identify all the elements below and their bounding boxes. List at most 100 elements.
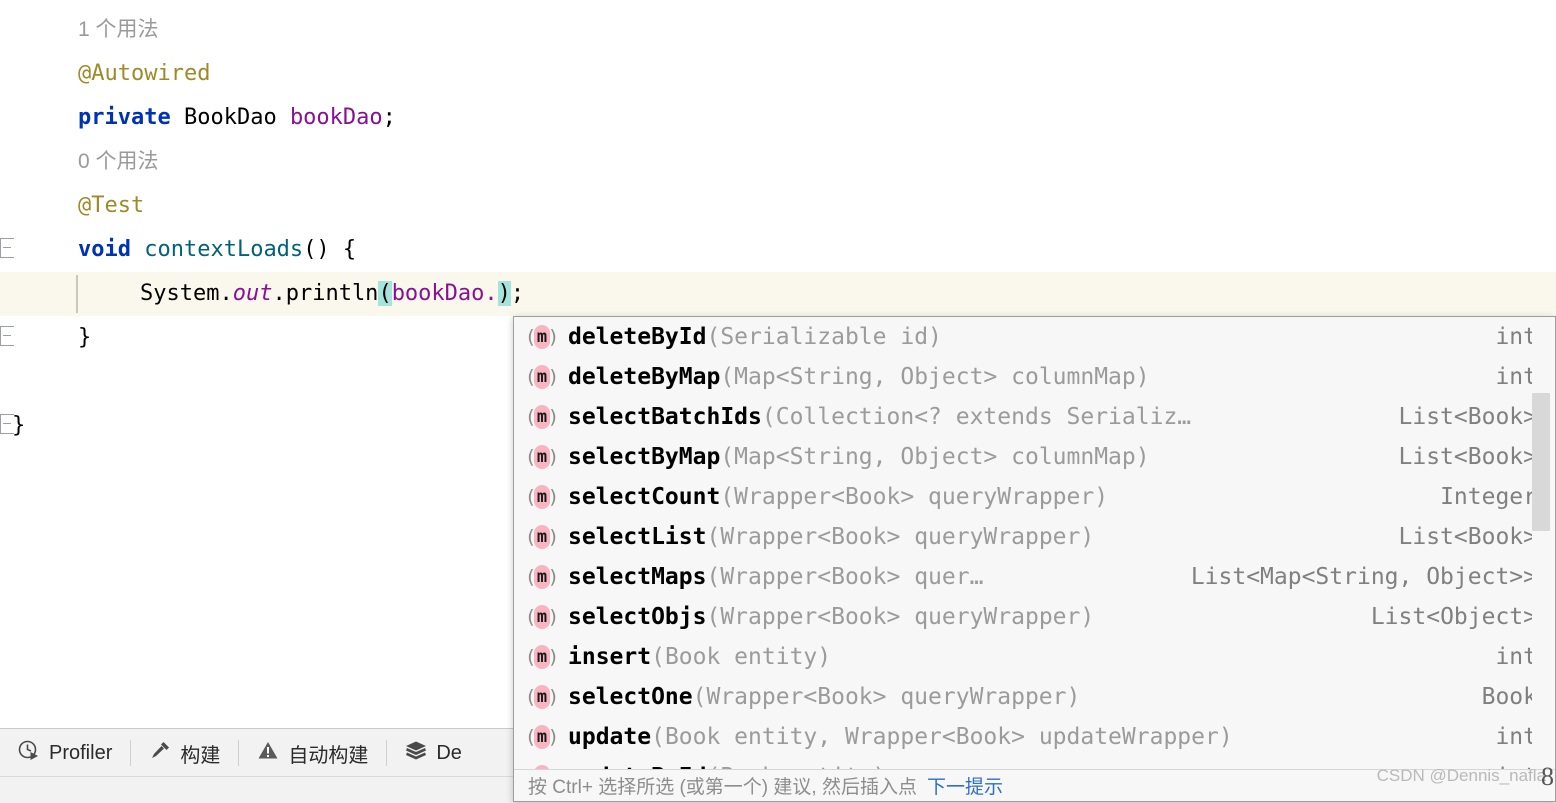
method-icon: ( ) m: [525, 525, 559, 549]
code-line-field-decl: private BookDao bookDao;: [0, 96, 1556, 140]
completion-signature: selectObjs(Wrapper<Book> queryWrapper): [568, 597, 1349, 637]
keyword-void: void: [78, 237, 131, 262]
system-prefix: System.: [140, 281, 233, 306]
completion-params: (Book entity, Wrapper<Book> updateWrappe…: [651, 724, 1233, 750]
toolbar-label-build: 构建: [180, 744, 221, 767]
toolbar-item-debug[interactable]: De: [387, 729, 480, 777]
completion-params: (Map<String, Object> columnMap): [720, 444, 1150, 470]
completion-item[interactable]: ( ) m selectMaps(Wrapper<Book> quer… Lis…: [514, 557, 1555, 597]
completion-scrollbar[interactable]: [1532, 317, 1554, 769]
method-icon-letter: m: [536, 607, 548, 627]
closing-brace-method: }: [78, 325, 92, 350]
semicolon: ;: [382, 105, 396, 130]
completion-item[interactable]: ( ) m selectOne(Wrapper<Book> queryWrapp…: [514, 677, 1555, 717]
usage-hint-label-2: 0 个用法: [78, 150, 159, 173]
bookdao-reference: bookDao.: [391, 281, 498, 306]
completion-item[interactable]: ( ) m selectCount(Wrapper<Book> queryWra…: [514, 477, 1555, 517]
method-icon-letter: m: [536, 567, 548, 587]
completion-signature: selectList(Wrapper<Book> queryWrapper): [568, 517, 1377, 557]
completion-params: (Wrapper<Book> quer…: [706, 564, 984, 590]
method-icon: ( ) m: [525, 325, 559, 349]
completion-params: (Wrapper<Book> queryWrapper): [692, 684, 1081, 710]
code-completion-popup[interactable]: ( ) m deleteById(Serializable id) int ( …: [513, 316, 1556, 802]
completion-name: selectMaps: [568, 564, 707, 590]
method-icon: ( ) m: [525, 365, 559, 389]
completion-item[interactable]: ( ) m insert(Book entity) int: [514, 637, 1555, 677]
completion-item[interactable]: ( ) m selectObjs(Wrapper<Book> queryWrap…: [514, 597, 1555, 637]
completion-return-type: List<Map<String, Object>>: [1190, 564, 1537, 590]
println-statement: System.out.println(bookDao.);: [140, 272, 524, 316]
completion-signature: selectByMap(Map<String, Object> columnMa…: [568, 437, 1377, 477]
method-icon: ( ) m: [525, 605, 559, 629]
completion-return-type: List<Book>: [1398, 524, 1537, 550]
method-icon-letter: m: [536, 527, 548, 547]
completion-name: selectObjs: [568, 604, 707, 630]
method-icon: ( ) m: [525, 405, 559, 429]
toolbar-item-auto-build[interactable]: 自动构建: [239, 729, 386, 777]
annotation-test: @Test: [78, 193, 145, 218]
completion-return-type: int: [1495, 644, 1537, 670]
toolbar-item-build[interactable]: 构建: [131, 729, 238, 777]
field-name-bookdao: bookDao: [289, 105, 383, 130]
completion-name: deleteByMap: [568, 364, 721, 390]
method-icon: ( ) m: [525, 645, 559, 669]
code-line-test-annotation: @Test: [0, 184, 1556, 228]
completion-return-type: Book: [1481, 684, 1537, 710]
completion-name: selectCount: [568, 484, 721, 510]
completion-params: (Wrapper<Book> queryWrapper): [720, 484, 1109, 510]
completion-scrollbar-thumb[interactable]: [1532, 393, 1550, 531]
method-icon-letter: m: [536, 447, 548, 467]
method-icon-letter: m: [536, 327, 548, 347]
matched-paren-close: ): [497, 281, 511, 306]
completion-return-type: List<Object>: [1370, 604, 1537, 630]
toolbar-item-profiler[interactable]: Profiler: [0, 729, 130, 777]
completion-item[interactable]: ( ) m deleteById(Serializable id) int: [514, 317, 1555, 357]
warning-icon: [257, 739, 279, 767]
completion-return-type: List<Book>: [1398, 444, 1537, 470]
code-line-autowired: @Autowired: [0, 52, 1556, 96]
method-icon-letter: m: [536, 407, 548, 427]
method-parens-brace: () {: [303, 237, 357, 262]
code-line-current: System.out.println(bookDao.);: [0, 272, 1556, 316]
method-icon-letter: m: [536, 367, 548, 387]
completion-return-type: List<Book>: [1398, 404, 1537, 430]
completion-name: selectByMap: [568, 444, 721, 470]
completion-item[interactable]: ( ) m selectBatchIds(Collection<? extend…: [514, 397, 1555, 437]
code-line-method-decl: void contextLoads() {: [0, 228, 1556, 272]
completion-signature: insert(Book entity): [568, 637, 1473, 677]
indent-guide: [76, 275, 78, 313]
method-declaration: void contextLoads() {: [78, 228, 356, 272]
method-icon: ( ) m: [525, 685, 559, 709]
completion-signature: updateById(Book entity): [568, 757, 1473, 769]
completion-name: update: [568, 724, 652, 750]
completion-name: selectList: [568, 524, 707, 550]
static-out: out: [232, 281, 273, 306]
method-icon-letter: m: [536, 487, 548, 507]
statement-semicolon: ;: [510, 281, 525, 306]
usage-hint-label: 1 个用法: [78, 18, 159, 41]
completion-item[interactable]: ( ) m selectList(Wrapper<Book> queryWrap…: [514, 517, 1555, 557]
inlay-hint-usages-2[interactable]: 0 个用法: [0, 140, 1556, 184]
completion-signature: selectBatchIds(Collection<? extends Seri…: [568, 397, 1377, 437]
layers-icon: [405, 739, 427, 767]
completion-params: (Wrapper<Book> queryWrapper): [706, 604, 1095, 630]
completion-item[interactable]: ( ) m update(Book entity, Wrapper<Book> …: [514, 717, 1555, 757]
completion-params: (Serializable id): [706, 324, 942, 350]
completion-hint-link[interactable]: 下一提示: [927, 772, 1003, 799]
completion-signature: deleteByMap(Map<String, Object> columnMa…: [568, 357, 1473, 397]
keyword-private: private: [78, 105, 171, 130]
completion-signature: deleteById(Serializable id): [568, 317, 1473, 357]
completion-list[interactable]: ( ) m deleteById(Serializable id) int ( …: [514, 317, 1555, 769]
completion-return-type: int: [1495, 364, 1537, 390]
toolbar-label-auto-build: 自动构建: [288, 744, 369, 767]
completion-item[interactable]: ( ) m deleteByMap(Map<String, Object> co…: [514, 357, 1555, 397]
completion-item[interactable]: ( ) m selectByMap(Map<String, Object> co…: [514, 437, 1555, 477]
completion-name: selectBatchIds: [568, 404, 762, 430]
completion-hint-text: 按 Ctrl+ 选择所选 (或第一个) 建议, 然后插入点: [528, 777, 917, 798]
method-icon-letter: m: [536, 727, 548, 747]
hammer-icon: [149, 739, 171, 767]
inlay-hint-usages[interactable]: 1 个用法: [0, 8, 1556, 52]
method-icon: ( ) m: [525, 565, 559, 589]
method-icon-letter: m: [536, 647, 548, 667]
completion-signature: update(Book entity, Wrapper<Book> update…: [568, 717, 1473, 757]
